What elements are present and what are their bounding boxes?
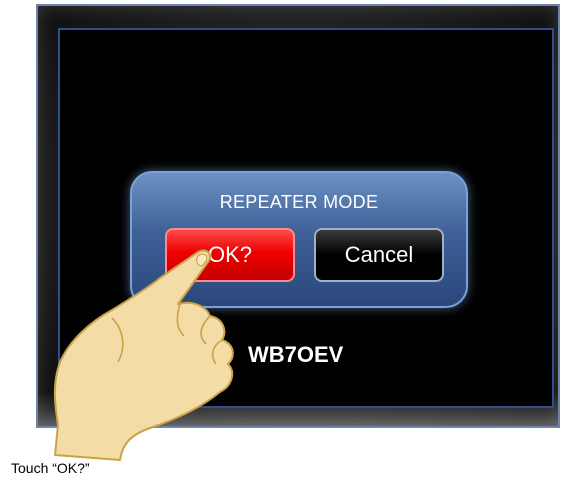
dialog-title: REPEATER MODE (219, 192, 379, 212)
ok-button[interactable]: OK? (165, 228, 295, 282)
instruction-caption: Touch “OK?” (11, 460, 90, 476)
repeater-mode-dialog: REPEATER MODE OK? Cancel (130, 171, 468, 308)
cancel-button[interactable]: Cancel (314, 228, 444, 282)
callsign-label: WB7OEV (248, 342, 344, 367)
